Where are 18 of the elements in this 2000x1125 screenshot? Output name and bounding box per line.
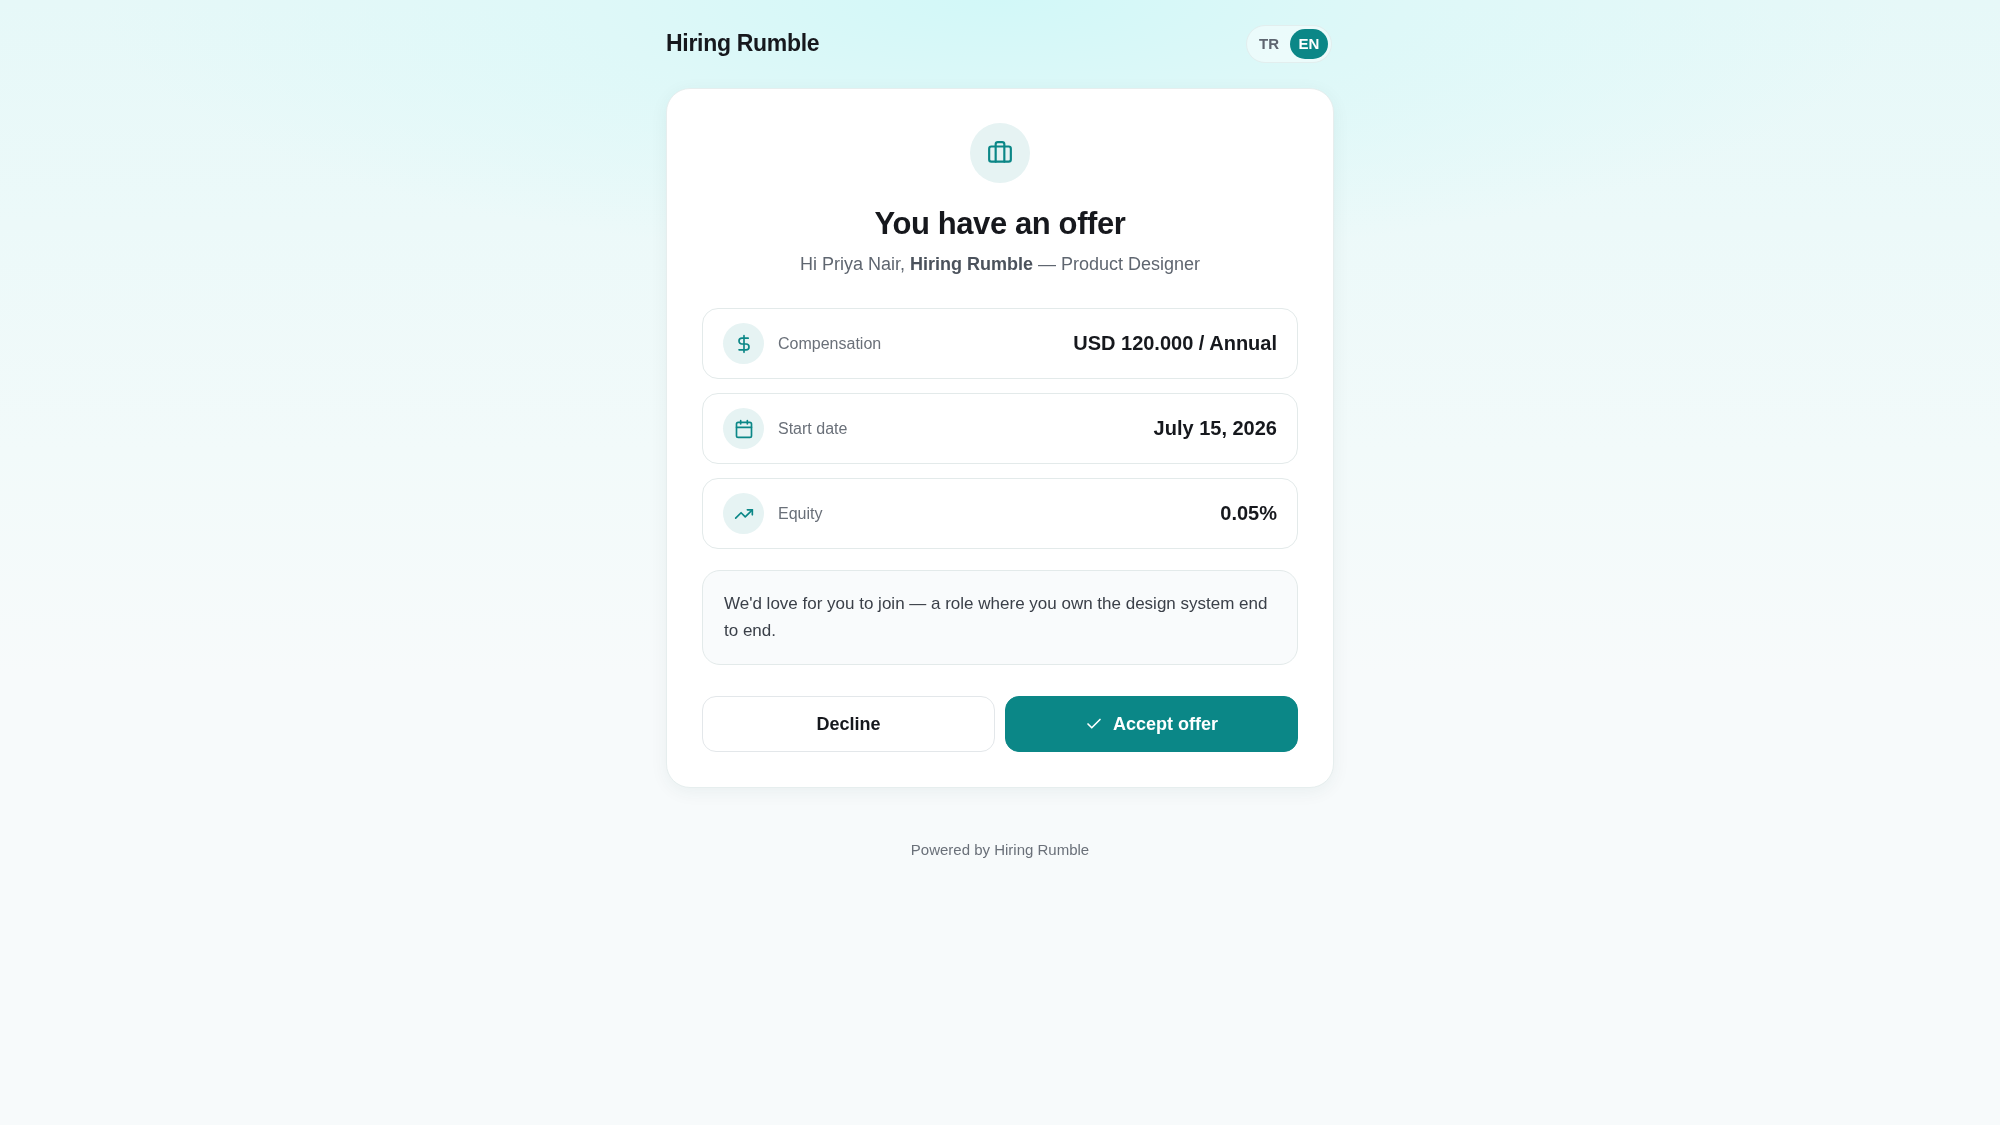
offer-message: We'd love for you to join — a role where you own the design system end to end. — [702, 570, 1298, 665]
accept-button[interactable]: Accept offer — [1005, 696, 1298, 752]
detail-label: Compensation — [778, 334, 883, 353]
trend-up-icon — [723, 493, 764, 534]
language-option[interactable]: TR — [1250, 28, 1288, 59]
detail-value: 0.05% — [1220, 502, 1277, 525]
calendar-icon — [723, 408, 764, 449]
brand-name: Hiring Rumble — [666, 30, 820, 57]
dollar-icon — [723, 323, 764, 364]
decline-button[interactable]: Decline — [702, 696, 995, 752]
detail-label: Equity — [778, 504, 824, 523]
language-option[interactable]: EN — [1290, 28, 1328, 59]
detail-value: USD 120.000 / Annual — [1073, 332, 1277, 355]
detail-label: Start date — [778, 419, 849, 438]
greeting-text: Hi Priya Nair, Hiring Rumble — Product Designer — [799, 253, 1201, 276]
offer-title: You have an offer — [873, 205, 1127, 243]
footer-text: Powered by Hiring Rumble — [910, 841, 1090, 858]
detail-value: July 15, 2026 — [1153, 417, 1277, 440]
